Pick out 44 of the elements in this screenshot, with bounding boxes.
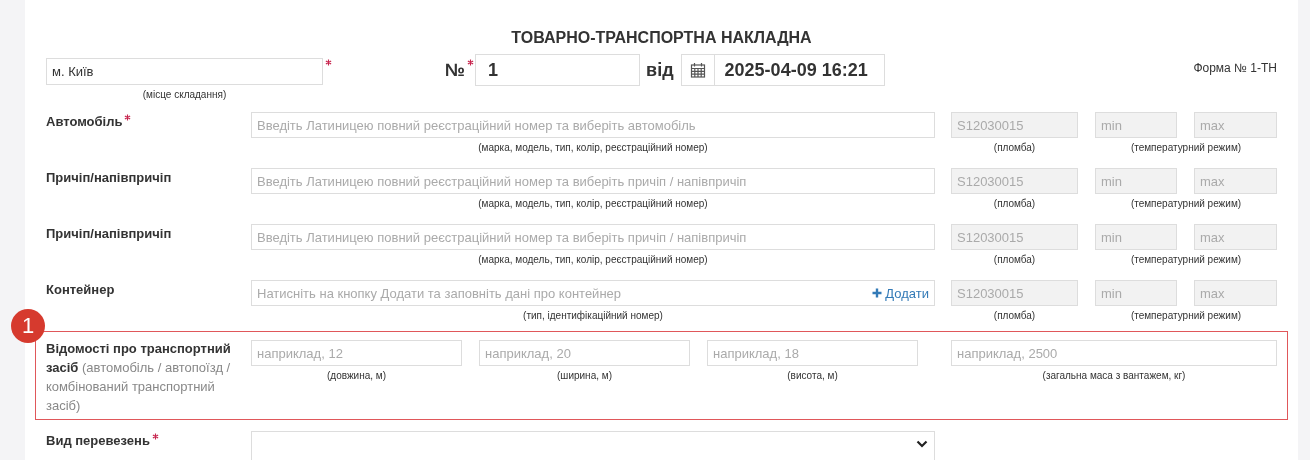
form-title: ТОВАРНО-ТРАНСПОРТНА НАКЛАДНА (510, 28, 813, 48)
calendar-icon (689, 62, 706, 78)
number-field[interactable]: 1 (475, 54, 641, 86)
vehicle-field[interactable]: Введіть Латиницею повний реєстраційний номер та виберіть причіп / напівпричіп (251, 168, 935, 194)
date-label: від (646, 59, 674, 81)
field-hint: (пломба) (992, 198, 1037, 211)
field-label: Вид перевезень (46, 433, 150, 448)
field-hint: (марка, модель, тип, колір, реєстраційний номер) (477, 142, 709, 155)
field-hint: (марка, модель, тип, колір, реєстраційний номер) (477, 198, 709, 211)
field-hint: (загальна маса з вантажем, кг) (1041, 370, 1187, 382)
field-hint: (марка, модель, тип, колір, реєстраційний номер) (477, 254, 709, 267)
field-label: Контейнер (46, 282, 115, 297)
field-hint: (температурний режим) (1129, 142, 1243, 155)
field-hint: (пломба) (992, 254, 1037, 267)
vehicle-field[interactable]: Введіть Латиницею повний реєстраційний номер та виберіть автомобіль (251, 112, 935, 138)
field-hint: (температурний режим) (1129, 198, 1243, 211)
place-field[interactable]: м. Київ (46, 58, 323, 85)
field-hint: (пломба) (992, 142, 1037, 155)
field-hint: (ширина, м) (556, 370, 613, 382)
field-label: Причіп/напівпричіп (46, 226, 172, 241)
field-hint: (місце складання) (141, 89, 228, 101)
vehicle-field[interactable]: Введіть Латиницею повний реєстраційний номер та виберіть причіп / напівпричіп (251, 224, 935, 250)
field-hint: (тип, ідентифікаційний номер) (522, 310, 664, 323)
field-label: Відомості про транспортний засіб (автомобіль / автопоїзд / комбінований транспортний засіб) (46, 340, 232, 413)
field-hint: (пломба) (992, 310, 1037, 323)
chevron-icon (916, 440, 928, 448)
step-badge: 1 (11, 309, 45, 343)
size-field[interactable]: наприклад, 2500 (951, 340, 1277, 366)
field-hint: (температурний режим) (1129, 254, 1243, 267)
field-hint: (температурний режим) (1129, 310, 1243, 323)
field-hint: (довжина, м) (325, 370, 388, 382)
calendar-button[interactable] (680, 54, 714, 86)
field-label: Причіп/напівпричіп (46, 170, 172, 185)
size-field[interactable]: наприклад, 18 (707, 340, 918, 366)
number-label: № (445, 59, 466, 81)
input-field[interactable]: Натисніть на кнопку Додати та заповніть дані про контейнер Додати (251, 280, 935, 306)
plus-icon (872, 288, 883, 298)
field-hint: (висота, м) (786, 370, 839, 382)
size-field[interactable]: наприклад, 12 (251, 340, 462, 366)
field-label: Автомобіль (46, 114, 123, 129)
add-button[interactable]: Додати (871, 285, 930, 301)
date-field[interactable]: 2025-04-09 16:21 (713, 54, 885, 86)
form-number: Форма № 1-ТН (1193, 61, 1277, 75)
size-field[interactable]: наприклад, 20 (479, 340, 690, 366)
